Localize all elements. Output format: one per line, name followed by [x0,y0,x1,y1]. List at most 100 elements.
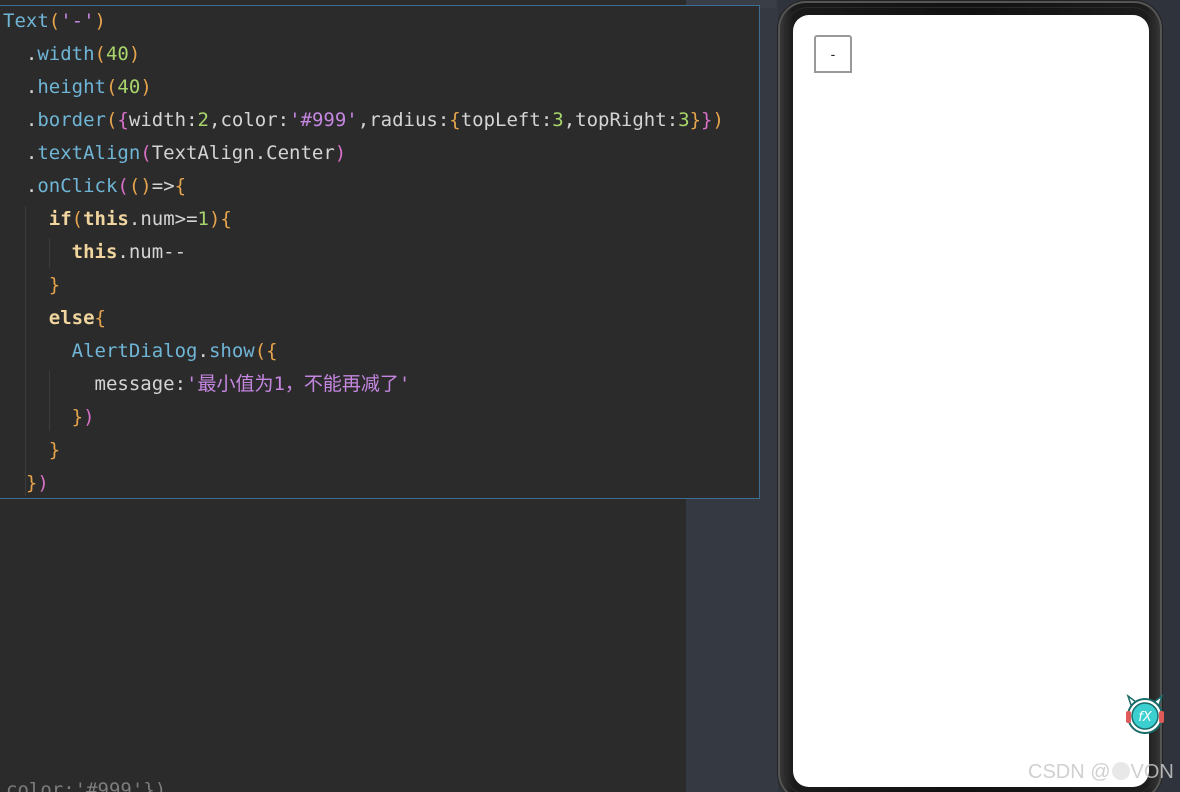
code-token: ( [254,340,267,362]
code-token: '最小值为1，不能再减了' [186,373,411,395]
indent-guide [49,371,50,431]
code-token: : [666,109,679,131]
watermark-prefix: CSDN @ [1028,761,1111,783]
code-token: { [449,109,461,131]
code-line[interactable]: .border({width:2,color:'#999',radius:{to… [3,105,724,138]
code-token: { [117,109,129,131]
code-token: Text [3,10,49,32]
code-token: .num>= [128,208,198,230]
code-token: . [197,340,209,362]
code-token: } [71,406,84,428]
code-token: show [208,340,255,362]
code-token: ) [334,142,347,164]
code-token: ) [94,10,106,32]
code-line[interactable]: .height(40) [3,72,152,105]
code-token: : [437,109,450,131]
code-token: ) [208,208,221,230]
code-token: Center [266,142,335,164]
code-token: width [128,109,187,131]
code-line[interactable]: .width(40) [3,39,140,72]
device-screen [793,15,1149,787]
code-token: ( [94,43,106,65]
fx-mascot-icon[interactable]: fX [1122,690,1168,736]
code-token: { [220,208,232,230]
background-code-fragment: color:'#999'}) [6,779,167,792]
code-token: { [174,175,187,197]
code-token: this [71,241,118,263]
code-token: height [37,76,106,98]
code-token: } [25,472,38,494]
code-token: '#999' [289,109,358,131]
watermark-suffix: VON [1130,761,1174,783]
code-token: : [174,373,187,395]
code-token: radius [369,109,438,131]
code-token: . [3,109,38,131]
code-token: } [48,274,61,296]
code-token: 40 [105,43,129,65]
code-token: . [3,76,38,98]
code-token: color [220,109,278,131]
code-line[interactable]: .textAlign(TextAlign.Center) [3,138,346,171]
code-token: onClick [37,175,118,197]
code-token: , [563,109,576,131]
code-token: => [151,175,175,197]
code-token: topRight [575,109,667,131]
code-token: , [357,109,370,131]
code-token: ( [117,175,129,197]
code-token: else [48,307,95,329]
code-line[interactable]: message:'最小值为1，不能再减了' [3,369,411,402]
workspace: color:'#999'}) Text('-') .width(40) .hei… [0,0,1180,792]
code-token: } [48,439,61,461]
code-token: 40 [117,76,141,98]
code-token: TextAlign [151,142,255,164]
code-token: 3 [552,109,564,131]
code-token: '-' [60,10,95,32]
code-token: } [701,109,713,131]
code-line[interactable]: } [3,270,60,303]
code-token: 3 [678,109,690,131]
minus-button[interactable]: - [814,35,852,73]
code-token: ( [71,208,84,230]
code-token: ) [128,43,141,65]
code-token: 2 [197,109,209,131]
code-token: ) [83,406,95,428]
code-token: . [3,175,38,197]
code-token: : [277,109,290,131]
code-token: AlertDialog [71,340,198,362]
code-token: ( [105,76,118,98]
code-token: 1 [197,208,209,230]
code-token: ( [105,109,118,131]
code-token: border [37,109,106,131]
code-token: ) [140,76,152,98]
code-token: .num-- [117,241,187,263]
code-line[interactable]: this.num-- [3,237,186,270]
code-line[interactable]: Text('-') [3,6,106,39]
code-token: . [254,142,267,164]
watermark-avatar-dot [1111,762,1130,780]
code-popup-window[interactable]: Text('-') .width(40) .height(40) .border… [0,5,760,499]
code-line[interactable]: } [3,435,60,468]
code-token: textAlign [37,142,141,164]
code-token: ( [48,10,61,32]
code-token: this [83,208,129,230]
code-token: : [540,109,553,131]
code-line[interactable]: else{ [3,303,106,336]
code-token: topLeft [460,109,541,131]
code-token: } [689,109,702,131]
csdn-watermark: CSDN @ VON [1028,760,1174,784]
code-line[interactable]: .onClick(()=>{ [3,171,186,204]
code-token: width [37,43,95,65]
code-token: , [208,109,221,131]
code-token: message [3,373,175,395]
code-token: ) [712,109,724,131]
code-token: { [94,307,106,329]
code-line[interactable]: AlertDialog.show({ [3,336,278,369]
code-token: { [266,340,278,362]
code-token: ) [37,472,49,494]
code-token: ( [140,142,152,164]
code-line[interactable]: if(this.num>=1){ [3,204,232,237]
code-token: . [3,43,38,65]
